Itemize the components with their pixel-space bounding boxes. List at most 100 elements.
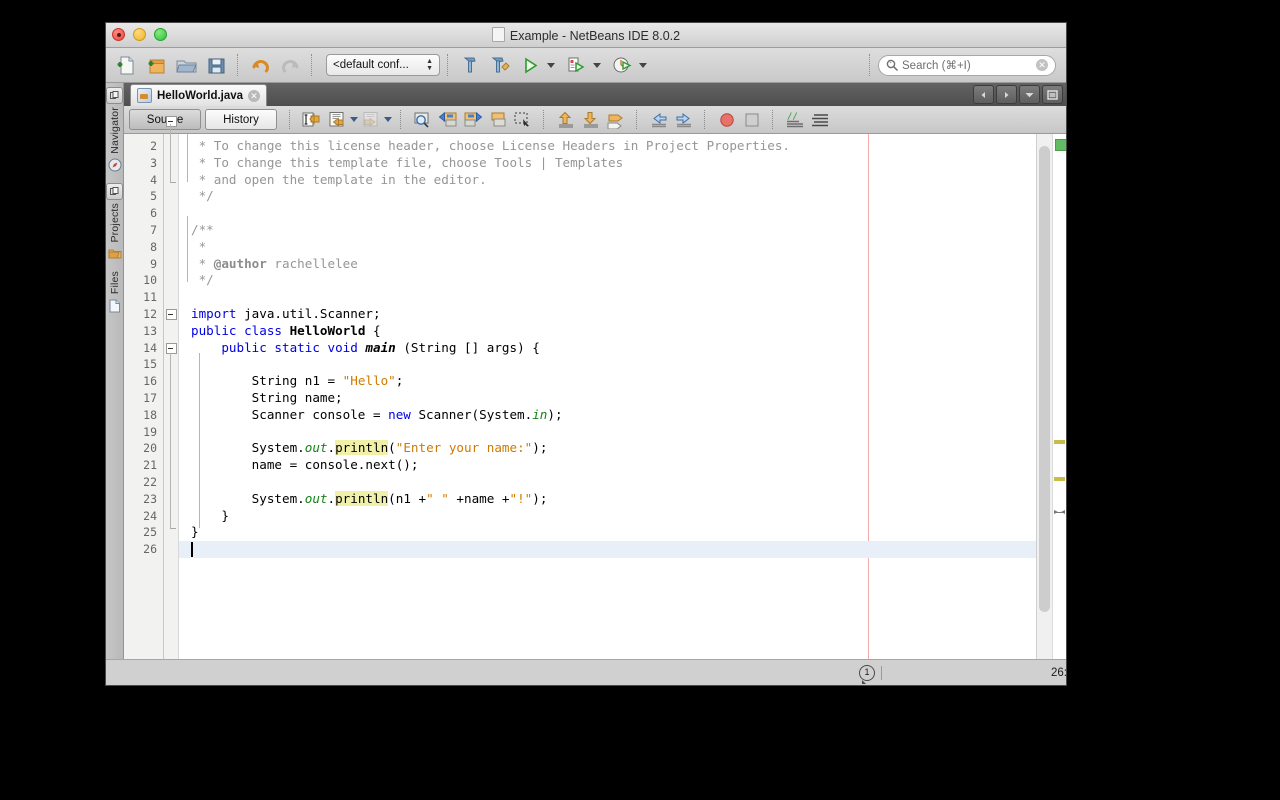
scroll-tabs-left-button[interactable]	[973, 85, 994, 104]
code-line[interactable]: name = console.next();	[179, 457, 1036, 474]
stop-macro-recording-icon[interactable]	[739, 109, 764, 131]
code-token: ;	[395, 373, 404, 389]
start-macro-recording-icon[interactable]	[714, 109, 739, 131]
occurrence-stripe-mark-2[interactable]	[1054, 477, 1065, 481]
undo-icon[interactable]	[246, 52, 274, 78]
code-line[interactable]	[179, 474, 1036, 491]
code-line[interactable]: public static void main (String [] args)…	[179, 340, 1036, 357]
vertical-scrollbar[interactable]	[1036, 134, 1052, 659]
tab-history[interactable]: History	[205, 109, 277, 130]
code-line[interactable]: * To change this license header, choose …	[179, 138, 1036, 155]
forward-navigation-icon[interactable]	[358, 109, 383, 131]
code-line[interactable]: }	[179, 524, 1036, 541]
code-line[interactable]: String n1 = "Hello";	[179, 373, 1036, 390]
tab-list-dropdown-button[interactable]	[1019, 85, 1040, 104]
shift-line-right-icon[interactable]	[671, 109, 696, 131]
code-line[interactable]	[179, 424, 1036, 441]
tab-helloworld-java[interactable]: HelloWorld.java ✕	[130, 84, 268, 106]
code-text-area[interactable]: * To change this license header, choose …	[179, 134, 1036, 659]
uncomment-icon[interactable]	[807, 109, 832, 131]
code-line[interactable]: *	[179, 239, 1036, 256]
code-line[interactable]: String name;	[179, 390, 1036, 407]
error-stripe-column[interactable]	[1052, 134, 1066, 659]
code-token: out	[304, 490, 328, 506]
find-next-icon[interactable]	[460, 109, 485, 131]
window-title: Example - NetBeans IDE 8.0.2	[106, 27, 1066, 43]
build-project-icon[interactable]	[456, 52, 484, 78]
toolbar-separator-4	[869, 54, 871, 76]
fold-marker-main[interactable]	[166, 343, 177, 354]
toggle-rectangular-selection-icon[interactable]	[510, 109, 535, 131]
close-tab-icon[interactable]: ✕	[248, 89, 261, 102]
debug-dropdown-arrow-icon[interactable]	[593, 62, 601, 68]
line-number: 10	[143, 273, 157, 288]
back-navigation-icon[interactable]	[324, 109, 349, 131]
shift-line-left-icon[interactable]	[646, 109, 671, 131]
tab-source[interactable]: Source	[129, 109, 201, 130]
configuration-dropdown[interactable]: <default conf... ▲ ▼	[326, 54, 440, 76]
maximize-window-button-tabbar[interactable]	[1042, 85, 1063, 104]
code-line[interactable]: Scanner console = new Scanner(System.in)…	[179, 407, 1036, 424]
code-line[interactable]: * To change this template file, choose T…	[179, 155, 1036, 172]
last-edit-position-icon[interactable]	[299, 109, 324, 131]
toggle-highlight-search-icon[interactable]	[485, 109, 510, 131]
comment-icon[interactable]: //	[782, 109, 807, 131]
search-input[interactable]: Search (⌘+I) ✕	[878, 54, 1056, 76]
code-line[interactable]: }	[179, 508, 1036, 525]
fold-marker-import[interactable]	[166, 309, 177, 320]
code-token: );	[532, 490, 548, 506]
code-line[interactable]: */	[179, 272, 1036, 289]
code-line[interactable]	[179, 205, 1036, 222]
save-all-icon[interactable]	[202, 52, 230, 78]
toggle-bookmark-icon[interactable]	[603, 109, 628, 131]
profile-project-icon[interactable]	[608, 52, 636, 78]
clean-and-build-icon[interactable]	[486, 52, 514, 78]
code-line[interactable]	[179, 541, 1036, 558]
editor-toolbar: Source History //	[124, 106, 1066, 134]
code-folding-column[interactable]	[164, 116, 179, 659]
scrollbar-thumb[interactable]	[1039, 146, 1050, 612]
find-previous-icon[interactable]	[435, 109, 460, 131]
notification-badge[interactable]: 1	[859, 665, 875, 684]
code-line[interactable]: * @author rachellelee	[179, 256, 1036, 273]
code-line[interactable]: import java.util.Scanner;	[179, 306, 1036, 323]
scroll-tabs-right-button[interactable]	[996, 85, 1017, 104]
back-navigation-dropdown-icon[interactable]	[350, 117, 358, 122]
open-project-icon[interactable]	[172, 52, 200, 78]
navigator-dock-icon[interactable]	[106, 87, 123, 104]
code-line[interactable]	[179, 289, 1036, 306]
redo-icon[interactable]	[276, 52, 304, 78]
tab-controls	[973, 85, 1063, 104]
fold-marker-license[interactable]	[166, 116, 177, 127]
previous-bookmark-icon[interactable]	[553, 109, 578, 131]
code-line[interactable]: System.out.println(n1 +" " +name +"!");	[179, 490, 1036, 508]
code-editor[interactable]: 2 3 4 5 6 7 8 9 10 11 12 13 14 15 16 17 18 19 20 21 22 23 24 25…	[124, 116, 1066, 659]
code-line[interactable]: System.out.println("Enter your name:");	[179, 440, 1036, 457]
debug-project-icon[interactable]	[562, 52, 590, 78]
notification-area[interactable]: 1	[859, 665, 875, 684]
new-project-icon[interactable]	[142, 52, 170, 78]
run-project-icon[interactable]	[516, 52, 544, 78]
code-token: */	[191, 188, 214, 204]
code-token: Scanner console =	[191, 406, 389, 422]
next-bookmark-icon[interactable]	[578, 109, 603, 131]
occurrence-stripe-mark-1[interactable]	[1054, 440, 1065, 444]
find-selection-icon[interactable]	[410, 109, 435, 131]
code-line[interactable]: * and open the template in the editor.	[179, 172, 1036, 189]
sidebar-item-navigator[interactable]: Navigator	[106, 87, 123, 173]
code-token: (	[388, 440, 396, 456]
clear-search-icon[interactable]: ✕	[1036, 59, 1048, 71]
code-line[interactable]: /**	[179, 222, 1036, 239]
window-title-text: Example - NetBeans IDE 8.0.2	[509, 29, 681, 43]
sidebar-item-projects[interactable]: Projects	[106, 182, 123, 262]
code-line[interactable]: public class HelloWorld {	[179, 323, 1036, 340]
projects-dock-icon[interactable]	[106, 182, 123, 200]
code-line[interactable]	[179, 356, 1036, 373]
sidebar-item-files[interactable]: Files	[106, 271, 123, 313]
new-file-icon[interactable]	[112, 52, 140, 78]
fold-guide-license	[170, 124, 171, 182]
run-dropdown-arrow-icon[interactable]	[547, 62, 555, 68]
forward-navigation-dropdown-icon[interactable]	[384, 117, 392, 122]
code-line[interactable]: */	[179, 188, 1036, 205]
profile-dropdown-arrow-icon[interactable]	[639, 62, 647, 68]
